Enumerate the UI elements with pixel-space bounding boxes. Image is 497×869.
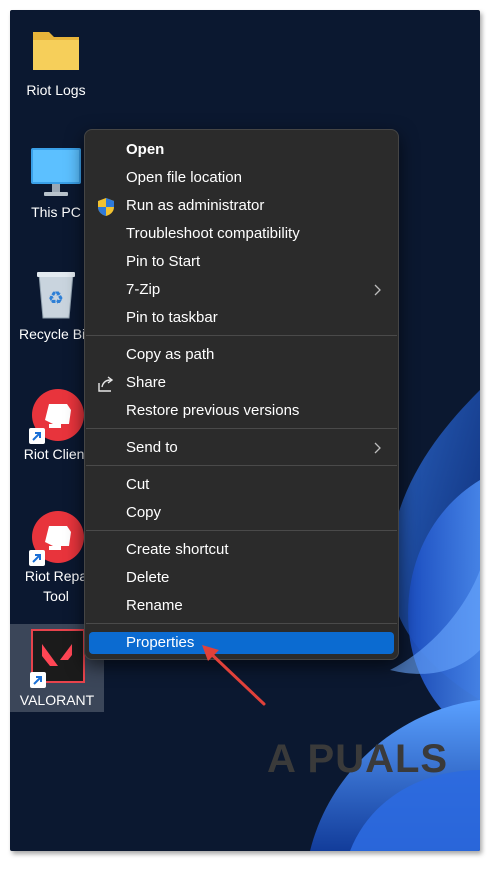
menu-item-label: Copy as path (126, 346, 215, 363)
watermark: A PUALS (267, 737, 449, 781)
menu-item-label: Pin to Start (126, 253, 201, 270)
menu-item-label: Properties (126, 634, 195, 651)
menu-item-share[interactable]: Share (89, 369, 394, 397)
menu-item-label: Copy (126, 504, 162, 521)
annotation-arrow (202, 645, 266, 706)
menu-item-label: Rename (126, 597, 183, 614)
menu-separator (86, 428, 397, 429)
menu-separator (86, 335, 397, 336)
menu-item-label: 7-Zip (126, 281, 161, 298)
menu-item-troubleshoot-compatibility[interactable]: Troubleshoot compatibility (89, 220, 394, 248)
monitor-icon (27, 144, 85, 202)
menu-item-send-to[interactable]: Send to (89, 434, 394, 462)
menu-item-open[interactable]: Open (89, 136, 394, 164)
menu-item-label: Delete (126, 569, 170, 586)
menu-item-copy-as-path[interactable]: Copy as path (89, 341, 394, 369)
menu-item-label: Pin to taskbar (126, 309, 218, 326)
recycle-bin-icon: ♻ (27, 266, 85, 324)
valorant-icon (28, 628, 86, 688)
shortcut-arrow-icon (29, 550, 45, 566)
riot-repair-icon (27, 508, 85, 566)
menu-item-rename[interactable]: Rename (89, 592, 394, 620)
menu-item-pin-to-taskbar[interactable]: Pin to taskbar (89, 304, 394, 332)
menu-item-label: Create shortcut (126, 541, 229, 558)
riot-client-icon (27, 386, 85, 444)
shield-icon (96, 197, 116, 217)
shortcut-arrow-icon (29, 428, 45, 444)
menu-item-delete[interactable]: Delete (89, 564, 394, 592)
chevron-right-icon (372, 280, 384, 300)
menu-item-copy[interactable]: Copy (89, 499, 394, 527)
folder-icon (27, 22, 85, 80)
desktop-icon-label: VALORANT (19, 692, 95, 708)
context-menu: Open Open file location Run as administr… (84, 129, 399, 660)
share-icon (96, 374, 116, 394)
desktop-icon-riot-logs[interactable]: Riot Logs (10, 22, 102, 100)
menu-item-pin-to-start[interactable]: Pin to Start (89, 248, 394, 276)
menu-item-cut[interactable]: Cut (89, 471, 394, 499)
menu-item-create-shortcut[interactable]: Create shortcut (89, 536, 394, 564)
menu-item-7-zip[interactable]: 7-Zip (89, 276, 394, 304)
menu-item-label: Open file location (126, 169, 242, 186)
menu-item-run-as-administrator[interactable]: Run as administrator (89, 192, 394, 220)
menu-separator (86, 530, 397, 531)
menu-separator (86, 465, 397, 466)
menu-item-label: Open (126, 141, 165, 158)
menu-item-open-file-location[interactable]: Open file location (89, 164, 394, 192)
menu-item-label: Cut (126, 476, 150, 493)
chevron-right-icon (372, 438, 384, 458)
menu-separator (86, 623, 397, 624)
menu-item-label: Run as administrator (126, 197, 265, 214)
menu-item-label: Send to (126, 439, 178, 456)
desktop-icon-label: Riot Logs (26, 82, 86, 98)
menu-item-label: Share (126, 374, 167, 391)
shortcut-arrow-icon (30, 672, 46, 688)
svg-text:♻: ♻ (48, 288, 64, 309)
menu-item-label: Troubleshoot compatibility (126, 225, 300, 242)
menu-item-label: Restore previous versions (126, 402, 300, 419)
menu-item-restore-previous-versions[interactable]: Restore previous versions (89, 397, 394, 425)
